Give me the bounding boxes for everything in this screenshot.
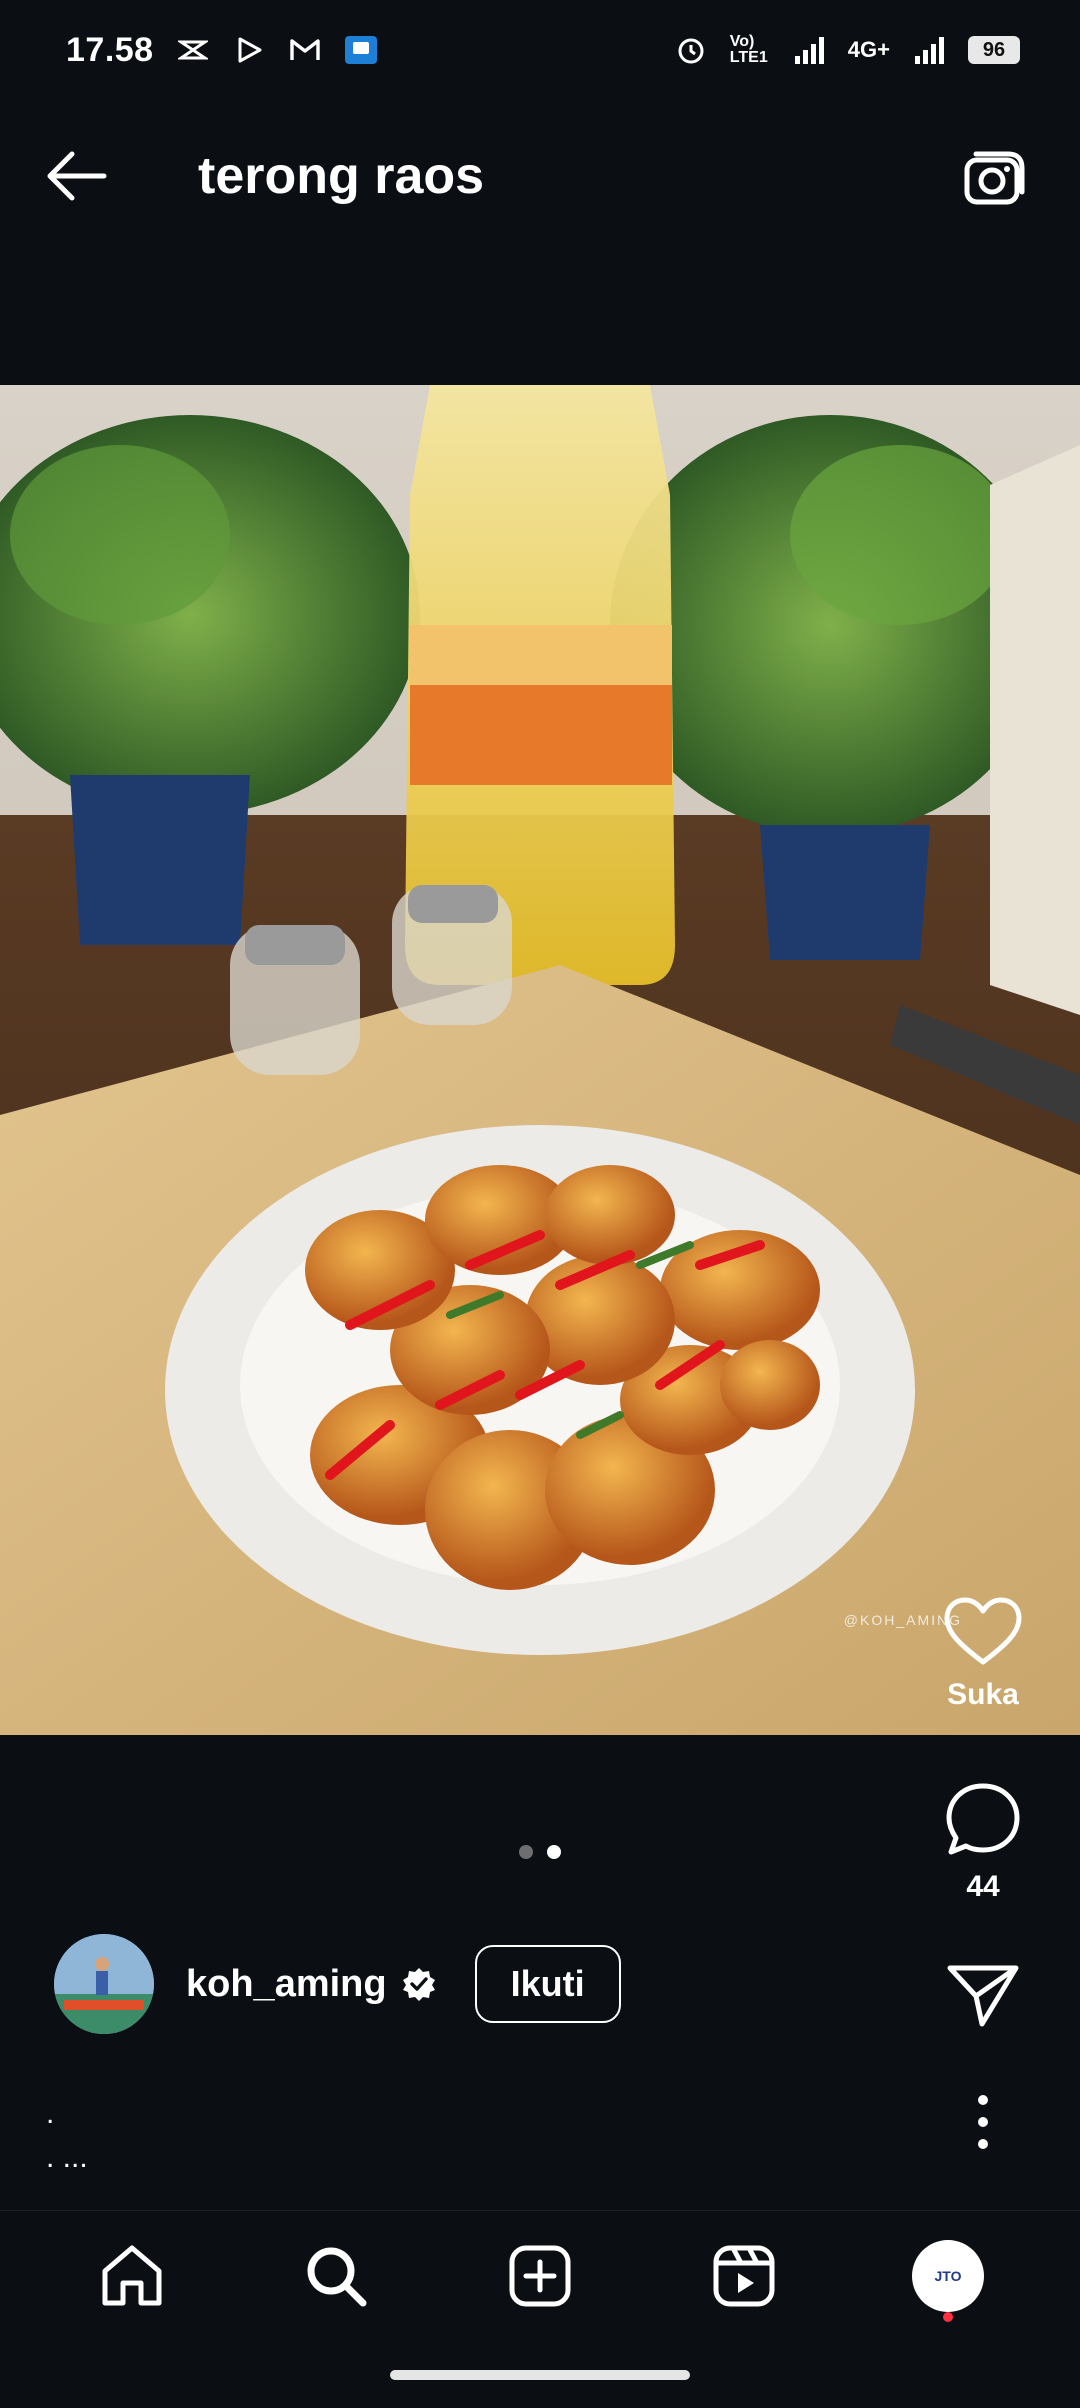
camera-button[interactable] <box>958 140 1034 216</box>
more-vertical-icon <box>978 2095 988 2149</box>
search-icon <box>307 2247 367 2306</box>
network-type: 4G+ <box>847 37 890 62</box>
food-photo <box>0 385 1080 1735</box>
post-image[interactable] <box>0 385 1080 1735</box>
volte-label: Vo) LTE1 <box>729 33 768 66</box>
alarm-icon <box>674 33 708 67</box>
author-row: koh_aming Ikuti <box>54 1934 621 2034</box>
page-title: terong raos <box>198 147 485 205</box>
home-icon <box>102 2245 162 2305</box>
profile-avatar-text: JTO <box>934 2267 962 2284</box>
author-username[interactable]: koh_aming <box>186 1963 387 2006</box>
comment-icon <box>946 1783 1020 1855</box>
share-button[interactable] <box>924 1960 1042 2030</box>
signal-icon <box>792 33 826 67</box>
follow-button[interactable]: Ikuti <box>474 1945 621 2023</box>
camera-icon <box>964 151 1025 205</box>
carousel-dot-active <box>547 1845 561 1859</box>
caption-line-more: . ... <box>46 2141 88 2174</box>
battery-indicator: 96 <box>968 36 1020 64</box>
caption-line: . <box>46 2097 55 2130</box>
add-post-icon <box>509 2245 571 2306</box>
play-store-icon <box>232 33 266 67</box>
status-right: Vo) LTE1 4G+ 96 <box>674 33 1020 67</box>
heart-icon <box>944 1597 1022 1665</box>
reels-icon <box>713 2245 775 2306</box>
signal-2-icon <box>912 33 946 67</box>
status-left: 17.58 <box>66 31 378 70</box>
gmail-icon <box>288 33 322 67</box>
more-options-button[interactable] <box>924 2092 1042 2152</box>
like-button[interactable]: Suka <box>924 1596 1042 1712</box>
nav-reels[interactable] <box>694 2226 794 2326</box>
nav-search[interactable] <box>286 2226 386 2326</box>
back-button[interactable] <box>40 140 112 212</box>
caption[interactable]: . . ... <box>46 2092 88 2180</box>
capcut-icon <box>176 33 210 67</box>
status-bar: 17.58 Vo) LTE1 4G+ 96 <box>0 0 1080 100</box>
home-indicator[interactable] <box>390 2370 690 2380</box>
profile-avatar: JTO <box>912 2239 984 2312</box>
send-icon <box>947 1965 1019 2027</box>
nav-profile[interactable]: JTO <box>898 2226 998 2326</box>
carousel-dot <box>519 1845 533 1859</box>
status-time: 17.58 <box>66 30 154 69</box>
header: terong raos <box>0 100 1080 260</box>
avatar[interactable] <box>54 1934 154 2034</box>
app-notification-icon <box>344 33 378 67</box>
carousel-indicator <box>0 1845 1080 1859</box>
arrow-left-icon <box>47 151 107 201</box>
notification-dot <box>943 2311 953 2322</box>
nav-home[interactable] <box>82 2226 182 2326</box>
bottom-nav: JTO <box>0 2210 1080 2340</box>
like-label: Suka <box>947 1678 1019 1711</box>
verified-badge-icon <box>402 1968 435 2001</box>
nav-create[interactable] <box>490 2226 590 2326</box>
comment-button[interactable]: 44 <box>924 1780 1042 1904</box>
comment-count: 44 <box>966 1870 1000 1903</box>
